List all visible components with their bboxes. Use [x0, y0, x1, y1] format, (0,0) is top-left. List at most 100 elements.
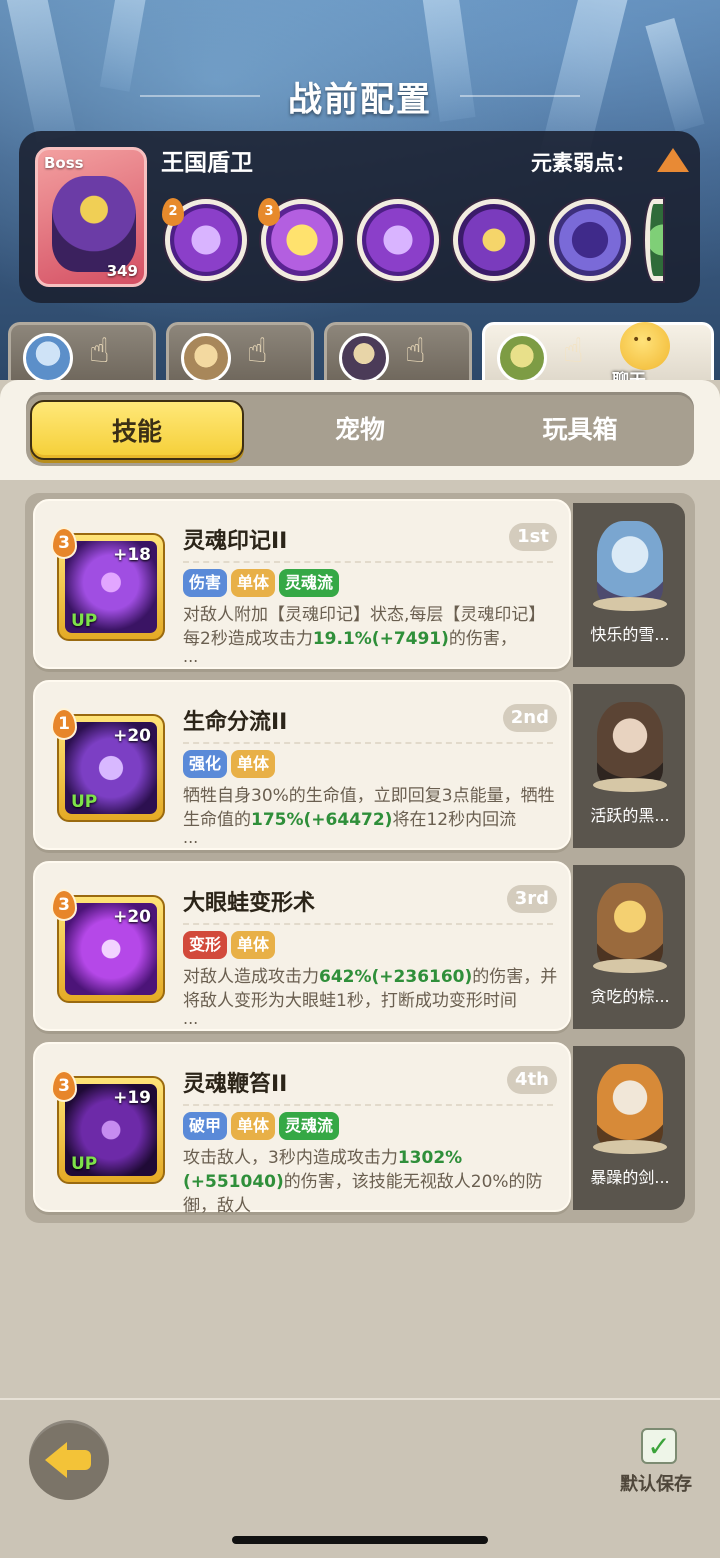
skill-level-badge: 3: [51, 1070, 77, 1102]
hero-tab-1[interactable]: ☝: [8, 322, 156, 388]
desc-ellipsis: ...: [183, 828, 199, 847]
pet-card[interactable]: 快乐的雪...: [573, 503, 685, 667]
skill-tag: 变形: [183, 931, 228, 959]
boss-skill-3-icon[interactable]: [357, 199, 439, 281]
skill-row: +18 UP 3 灵魂印记II 1st 伤害 单体 灵魂流 对敌人附加【灵魂印记…: [33, 499, 687, 669]
skill-up-badge: UP: [71, 792, 98, 812]
skill-tags: 变形 单体: [183, 931, 276, 959]
earth-element-icon: [657, 148, 689, 172]
boss-tag: Boss: [44, 154, 84, 172]
life-cross-icon: +20 UP: [65, 722, 157, 814]
skill-tag: 强化: [183, 750, 228, 778]
skill-level-badge: 3: [51, 527, 77, 559]
hand-icon: ☝: [89, 331, 110, 371]
back-arrow-icon: [45, 1442, 67, 1478]
desc-text: 的伤害，: [448, 629, 517, 649]
pet-pedestal: [593, 597, 667, 611]
skill-card[interactable]: +20 UP 1 生命分流II 2nd 强化 单体 牺牲自身30%的生命值，立即…: [33, 680, 571, 850]
skill-description: 对敌人附加【灵魂印记】状态,每层【灵魂印记】每2秒造成攻击力19.1%(+749…: [183, 603, 561, 651]
desc-text: 对敌人造成攻击力: [183, 967, 319, 987]
divider: [183, 923, 553, 925]
skill-up-badge: UP: [71, 611, 98, 631]
pet-avatar: [597, 702, 663, 786]
boss-portrait[interactable]: Boss 349: [35, 147, 147, 287]
frog-icon: +20: [65, 903, 157, 995]
pet-pedestal: [593, 778, 667, 792]
skill-row: +20 UP 1 生命分流II 2nd 强化 单体 牺牲自身30%的生命值，立即…: [33, 680, 687, 850]
page-title: 战前配置: [288, 80, 432, 120]
pet-pedestal: [593, 1140, 667, 1154]
pet-pedestal: [593, 959, 667, 973]
skill-up-badge: UP: [71, 1154, 98, 1174]
skill-description: 牺牲自身30%的生命值，立即回复3点能量，牺牲生命值的175%(+64472)将…: [183, 784, 561, 832]
skill-tag: 单体: [231, 569, 276, 597]
boss-info-panel: Boss 349 王国盾卫 元素弱点： 2 3: [19, 131, 700, 303]
hand-icon: ☝: [405, 331, 426, 371]
desc-text: 攻击敌人，3秒内造成攻击力: [183, 1148, 398, 1168]
skill-description: 对敌人造成攻击力642%(+236160)的伤害，并将敌人变形为大眼蛙1秒，打断…: [183, 965, 561, 1013]
chat-icon: [620, 322, 670, 370]
boss-skill-level: 2: [162, 198, 184, 226]
pet-card[interactable]: 活跃的黑...: [573, 684, 685, 848]
skill-tag: 灵魂流: [279, 1112, 340, 1140]
boss-skill-5-icon[interactable]: [549, 199, 631, 281]
skill-plus-level: +20: [113, 726, 151, 746]
pet-name: 贪吃的棕...: [590, 987, 670, 1006]
pet-card[interactable]: 贪吃的棕...: [573, 865, 685, 1029]
pet-name: 暴躁的剑...: [590, 1168, 670, 1187]
skill-card[interactable]: +18 UP 3 灵魂印记II 1st 伤害 单体 灵魂流 对敌人附加【灵魂印记…: [33, 499, 571, 669]
hero-tab-3[interactable]: ☝: [324, 322, 472, 388]
skill-name: 大眼蛙变形术: [183, 891, 316, 916]
skill-list: +18 UP 3 灵魂印记II 1st 伤害 单体 灵魂流 对敌人附加【灵魂印记…: [25, 493, 695, 1223]
boss-skill-6-icon[interactable]: [645, 199, 663, 281]
desc-highlight: 175%(+64472): [251, 810, 393, 830]
skill-card[interactable]: +20 3 大眼蛙变形术 3rd 变形 单体 对敌人造成攻击力642%(+236…: [33, 861, 571, 1031]
back-arrow-tail: [65, 1450, 91, 1470]
divider: [183, 561, 553, 563]
skill-tags: 强化 单体: [183, 750, 276, 778]
skill-row: +19 UP 3 灵魂鞭笞II 4th 破甲 单体 灵魂流 攻击敌人，3秒内造成…: [33, 1042, 687, 1216]
element-weakness-label: 元素弱点：: [531, 151, 636, 175]
tabbar: 技能 宠物 玩具箱: [26, 392, 694, 466]
desc-highlight: 19.1%(+7491): [312, 629, 449, 649]
skill-description: 攻击敌人，3秒内造成攻击力1302%(+551040)的伤害，该技能无视敌人20…: [183, 1146, 561, 1218]
pet-avatar: [597, 1064, 663, 1148]
skill-name: 灵魂鞭笞II: [183, 1072, 288, 1097]
skill-tag: 灵魂流: [279, 569, 340, 597]
skill-plus-level: +20: [113, 907, 151, 927]
skill-rank: 4th: [507, 1066, 557, 1094]
skill-name: 灵魂印记II: [183, 529, 288, 554]
skill-level-badge: 3: [51, 889, 77, 921]
divider: [183, 1104, 553, 1106]
hero-avatar: [339, 333, 389, 383]
skill-plus-level: +19: [113, 1088, 151, 1108]
tab-skills[interactable]: 技能: [30, 400, 244, 460]
boss-skill-2-icon[interactable]: 3: [258, 198, 343, 281]
tab-toybox[interactable]: 玩具箱: [473, 400, 687, 460]
back-button[interactable]: [29, 1420, 109, 1500]
hero-tab-2[interactable]: ☝: [166, 322, 314, 388]
pet-name: 快乐的雪...: [590, 625, 670, 644]
pet-name: 活跃的黑...: [590, 806, 670, 825]
desc-highlight: 642%(+236160): [319, 967, 473, 987]
pet-card[interactable]: 暴躁的剑...: [573, 1046, 685, 1210]
hero-avatar: [23, 333, 73, 383]
divider: [183, 742, 553, 744]
desc-ellipsis: ...: [183, 1009, 199, 1028]
soul-whip-icon: +19 UP: [65, 1084, 157, 1176]
bottom-bar: ✓ 默认保存: [0, 1398, 720, 1558]
hero-avatar: [497, 333, 547, 383]
skill-name: 生命分流II: [183, 710, 288, 735]
tab-pets[interactable]: 宠物: [253, 400, 467, 460]
skill-tag: 单体: [231, 931, 276, 959]
default-save-checkbox[interactable]: ✓: [641, 1428, 677, 1464]
skill-card[interactable]: +19 UP 3 灵魂鞭笞II 4th 破甲 单体 灵魂流 攻击敌人，3秒内造成…: [33, 1042, 571, 1216]
boss-skill-level: 3: [258, 198, 280, 226]
hand-icon: ☝: [563, 331, 584, 371]
boss-avatar: [52, 176, 136, 272]
boss-level: 349: [106, 262, 138, 280]
boss-skill-1-icon[interactable]: 2: [162, 198, 247, 281]
home-indicator: [232, 1536, 488, 1544]
boss-skill-4-icon[interactable]: [453, 199, 535, 281]
skill-rank: 1st: [509, 523, 557, 551]
